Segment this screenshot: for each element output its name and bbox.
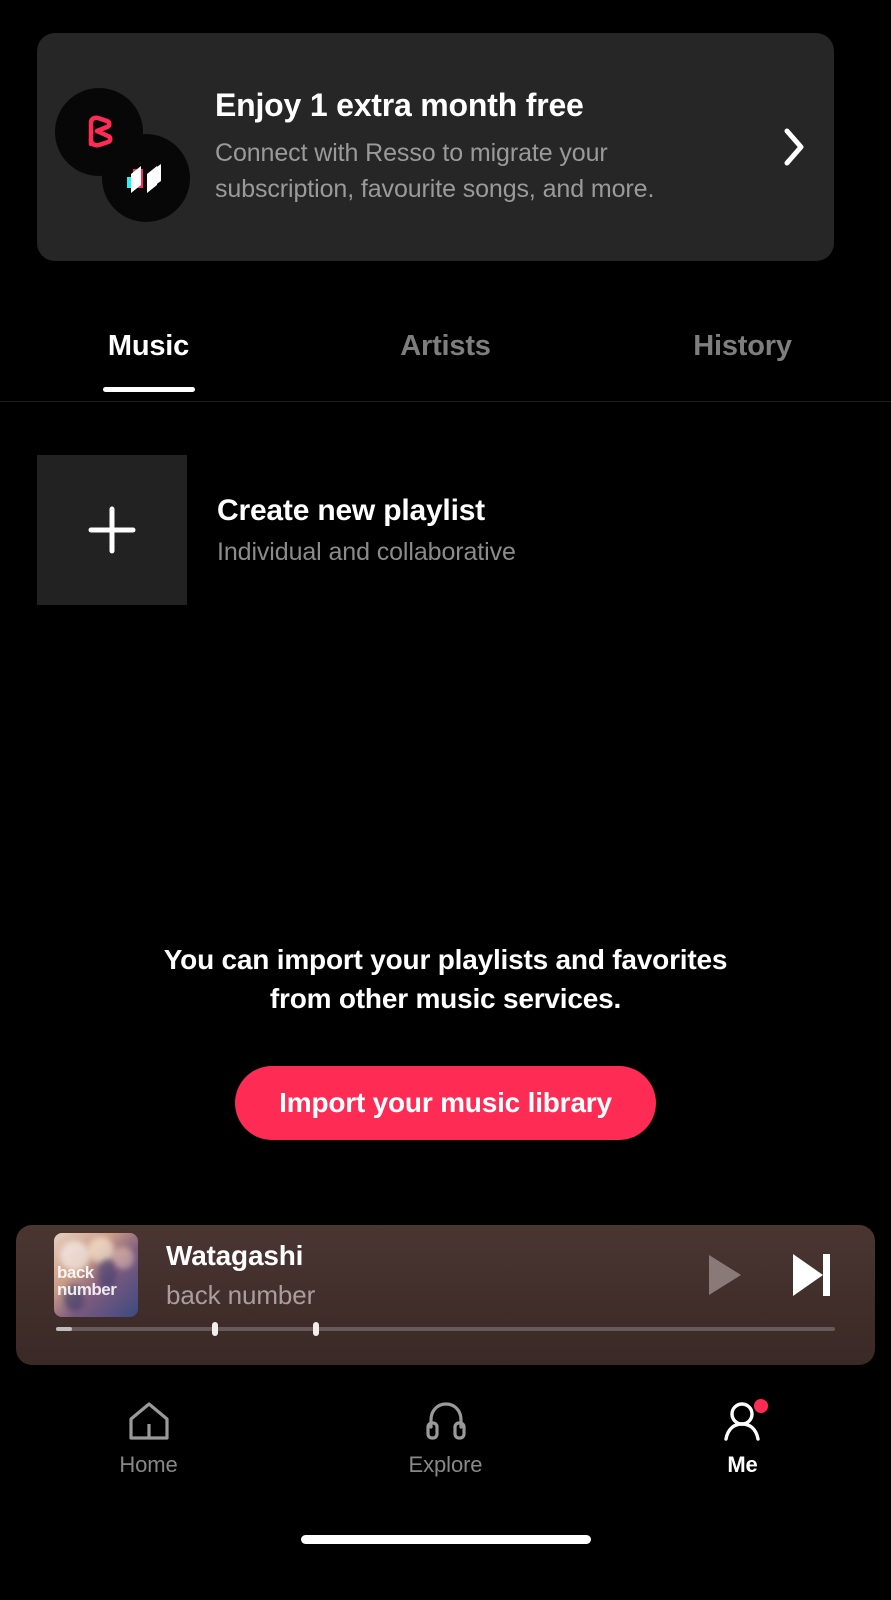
tab-artists-label: Artists: [400, 330, 491, 362]
import-empty-state: You can import your playlists and favori…: [0, 940, 891, 1141]
nav-label-me: Me: [727, 1451, 758, 1477]
import-message: You can import your playlists and favori…: [163, 944, 728, 1015]
create-playlist-title: Create new playlist: [217, 493, 485, 527]
notification-badge-dot: [753, 1398, 768, 1413]
play-icon[interactable]: [701, 1250, 745, 1300]
tab-history[interactable]: History: [594, 310, 891, 402]
person-icon: [717, 1398, 769, 1444]
headphones-icon: [420, 1398, 472, 1444]
mini-player-meta: Watagashi back number: [138, 1240, 701, 1311]
nav-item-explore[interactable]: Explore: [297, 1385, 594, 1490]
resso-promo-banner[interactable]: Enjoy 1 extra month free Connect with Re…: [37, 33, 834, 261]
progress-marker: [313, 1322, 320, 1336]
tab-history-label: History: [693, 330, 792, 362]
mini-player-main: back number Watagashi back number: [16, 1225, 875, 1325]
import-music-library-button[interactable]: Import your music library: [235, 1066, 656, 1141]
library-tabs: Music Artists History: [0, 310, 891, 402]
banner-title: Enjoy 1 extra month free: [215, 86, 584, 123]
nav-label-home: Home: [119, 1451, 178, 1477]
tab-music-label: Music: [107, 330, 190, 362]
bottom-navigation: Home Explore Me: [0, 1385, 891, 1490]
nav-label-explore: Explore: [408, 1451, 483, 1477]
plus-icon[interactable]: [37, 455, 187, 605]
tab-music[interactable]: Music: [0, 310, 297, 402]
nav-item-me[interactable]: Me: [594, 1385, 891, 1490]
chevron-right-icon[interactable]: [754, 33, 834, 261]
mini-player[interactable]: back number Watagashi back number: [16, 1225, 875, 1365]
tabs-divider: [0, 401, 891, 402]
mini-player-controls: [701, 1250, 851, 1300]
home-icon: [123, 1398, 175, 1444]
banner-text-block: Enjoy 1 extra month free Connect with Re…: [205, 87, 754, 208]
progress-marker: [211, 1322, 218, 1336]
nav-item-home[interactable]: Home: [0, 1385, 297, 1490]
create-playlist-subtitle: Individual and collaborative: [217, 537, 516, 566]
album-art[interactable]: back number: [54, 1233, 138, 1317]
skip-next-icon[interactable]: [787, 1250, 835, 1300]
tab-artists[interactable]: Artists: [297, 310, 594, 402]
progress-track: [56, 1327, 835, 1331]
create-new-playlist-row[interactable]: Create new playlist Individual and colla…: [37, 455, 837, 605]
progress-fill: [56, 1327, 72, 1331]
tab-active-underline: [102, 387, 195, 392]
track-title: Watagashi: [166, 1239, 304, 1271]
tiktok-music-logo-icon: [102, 134, 190, 222]
banner-logo-group: [55, 82, 205, 222]
banner-subtitle: Connect with Resso to migrate your subsc…: [215, 138, 655, 203]
home-indicator: [300, 1535, 591, 1544]
create-playlist-meta: Create new playlist Individual and colla…: [187, 494, 516, 567]
track-artist: back number: [166, 1279, 316, 1310]
playback-progress-bar[interactable]: [56, 1322, 835, 1336]
album-art-label: back number: [57, 1263, 117, 1299]
